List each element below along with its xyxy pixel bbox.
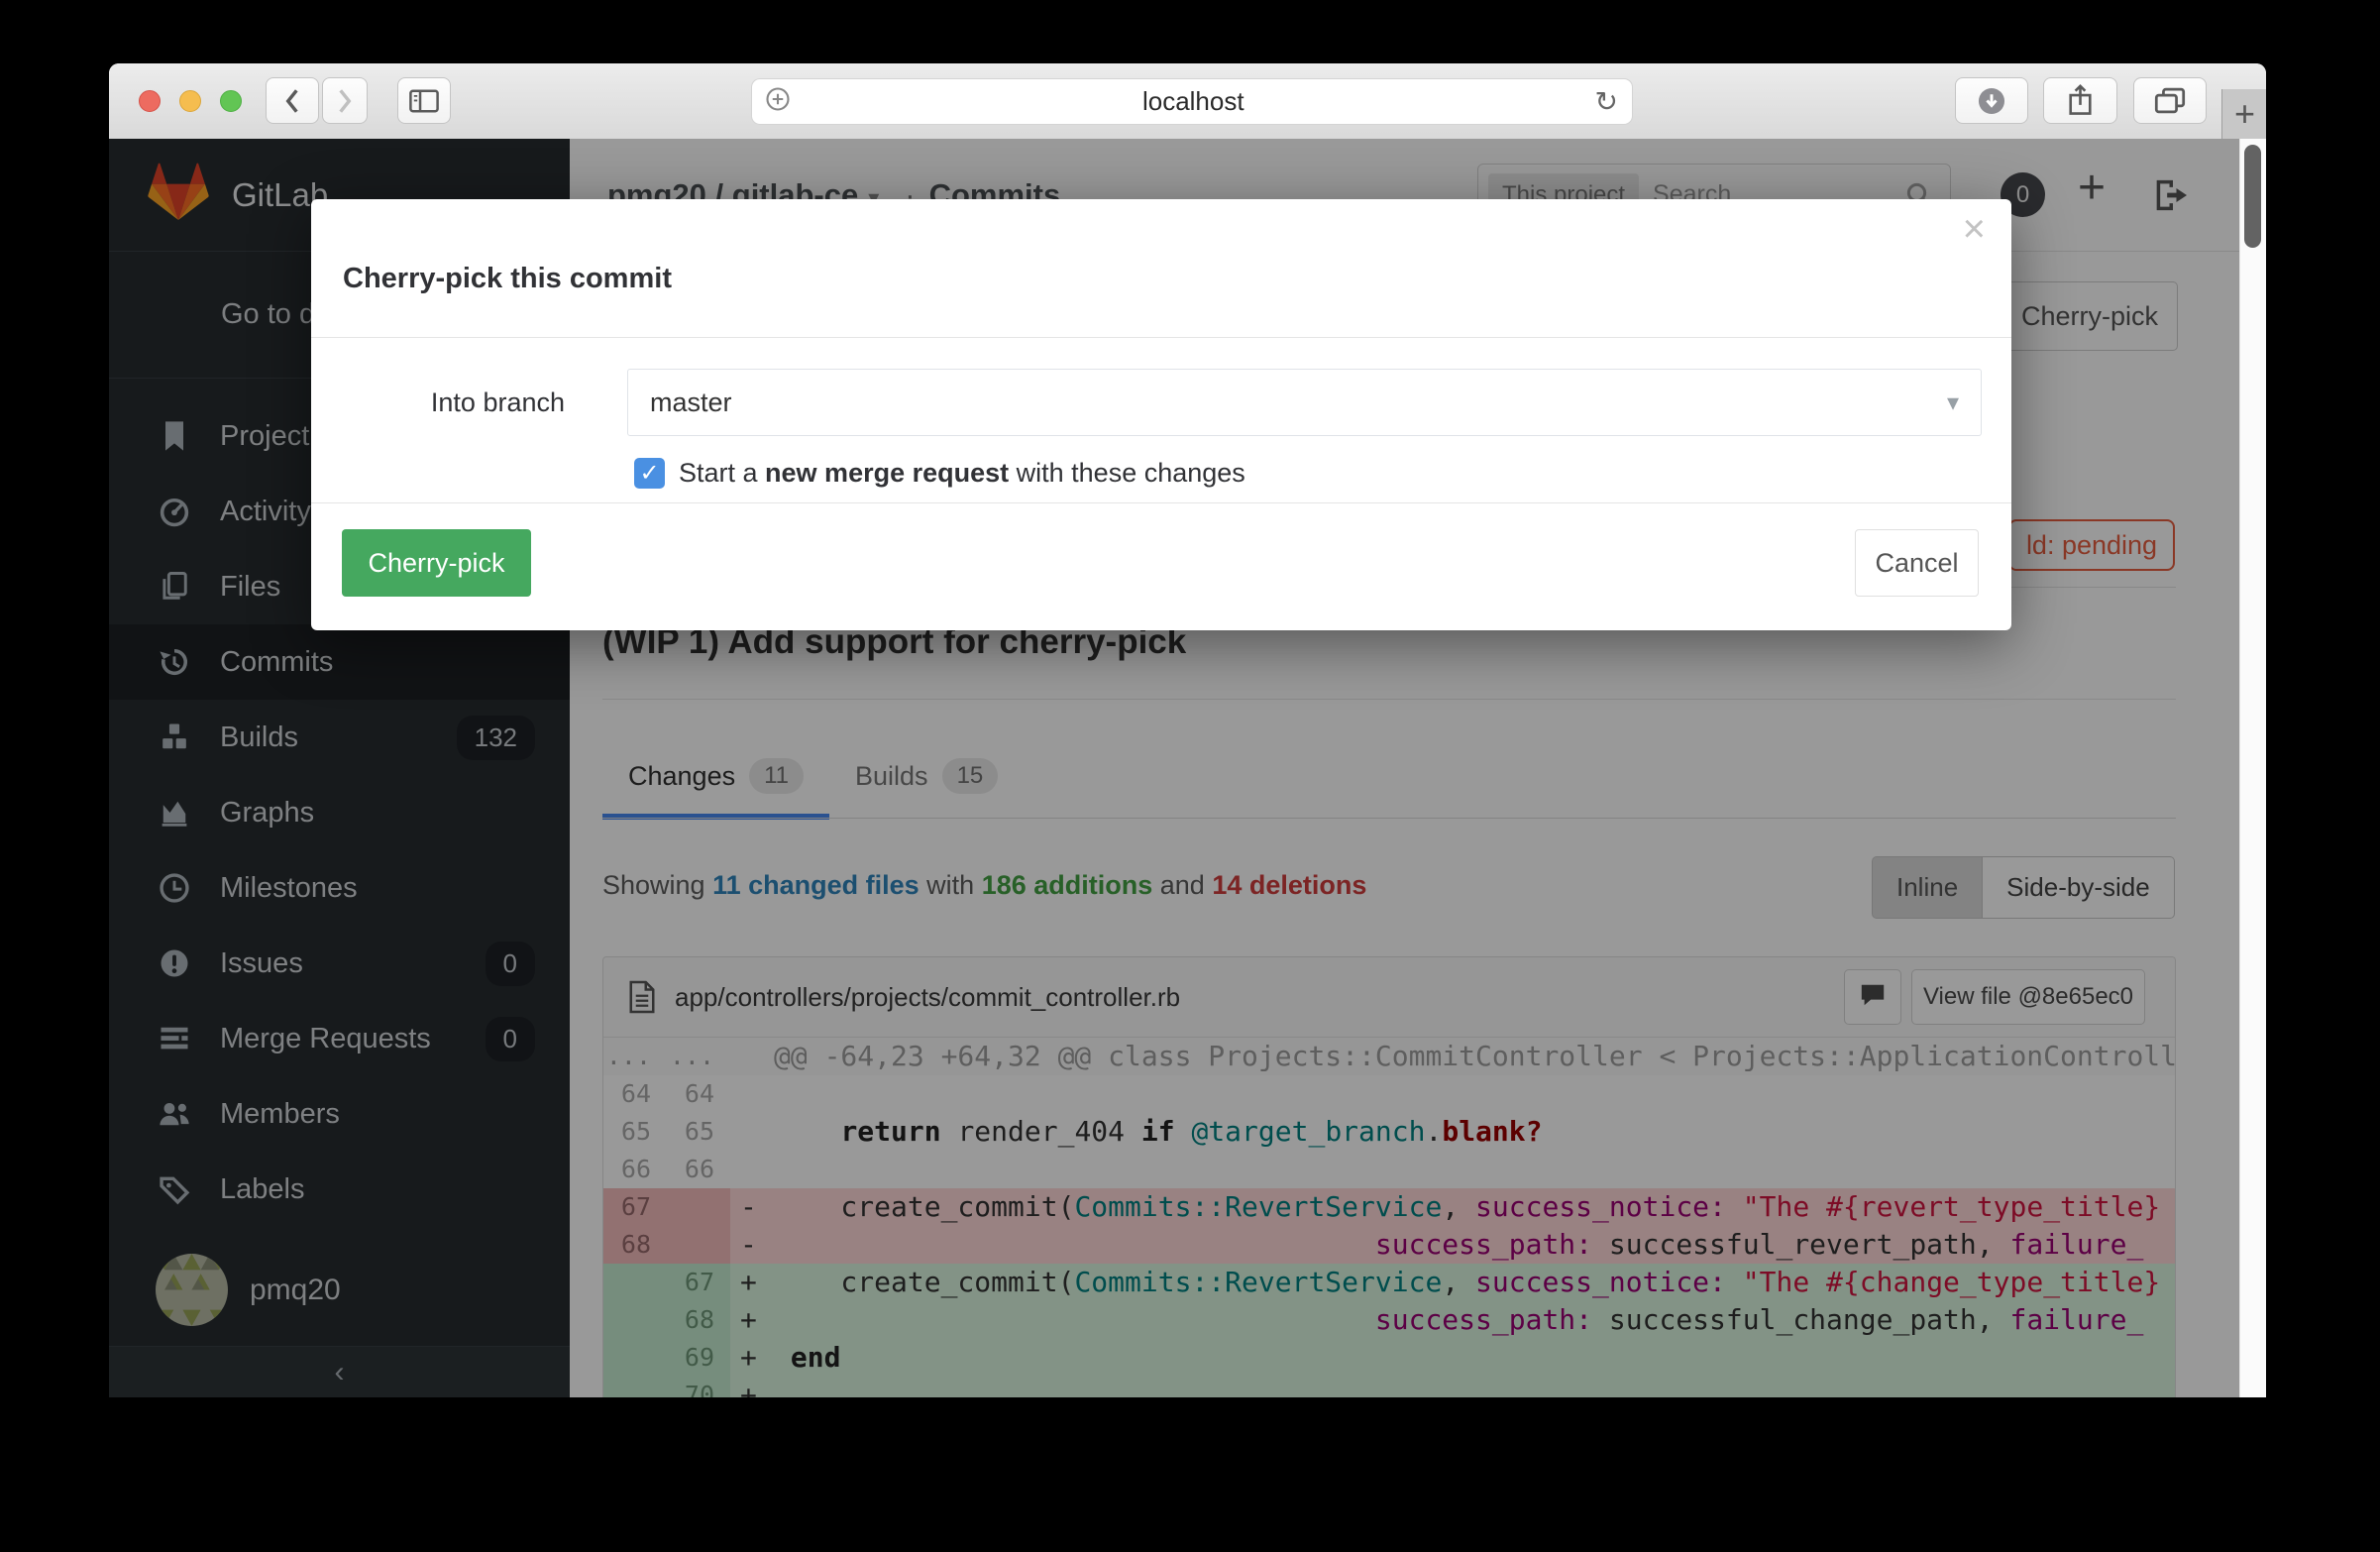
close-window-button[interactable] bbox=[139, 90, 161, 112]
checkbox-label[interactable]: Start a new merge request with these cha… bbox=[679, 458, 1245, 489]
branch-value: master bbox=[650, 388, 1947, 418]
share-icon bbox=[2065, 82, 2096, 119]
download-icon bbox=[1975, 84, 2008, 118]
cancel-button[interactable]: Cancel bbox=[1855, 529, 1979, 597]
tabs-icon bbox=[2152, 85, 2188, 116]
url-text: localhost bbox=[792, 86, 1595, 117]
sidebar-toggle-button[interactable] bbox=[397, 77, 451, 124]
reload-icon[interactable]: ↻ bbox=[1595, 85, 1618, 118]
chevron-left-icon bbox=[281, 86, 303, 116]
back-button[interactable] bbox=[266, 77, 319, 124]
reader-plus-icon bbox=[764, 85, 792, 118]
new-tab-button[interactable]: + bbox=[2221, 89, 2266, 139]
divider bbox=[311, 337, 2011, 338]
share-button[interactable] bbox=[2043, 77, 2117, 124]
cherry-pick-confirm-button[interactable]: Cherry-pick bbox=[342, 529, 531, 597]
into-branch-label: Into branch bbox=[311, 369, 565, 436]
browser-toolbar: localhost ↻ + bbox=[109, 63, 2266, 140]
forward-button[interactable] bbox=[322, 77, 368, 124]
checkbox[interactable]: ✓ bbox=[634, 458, 665, 489]
address-bar[interactable]: localhost ↻ bbox=[751, 78, 1633, 125]
check-icon: ✓ bbox=[639, 459, 659, 488]
close-icon[interactable]: × bbox=[1963, 207, 1986, 252]
modal-title: Cherry-pick this commit bbox=[343, 263, 672, 295]
browser-window: localhost ↻ + GitLab bbox=[109, 63, 2266, 1397]
show-tabs-button[interactable] bbox=[2133, 77, 2207, 124]
downloads-button[interactable] bbox=[1955, 77, 2028, 124]
chevron-right-icon bbox=[334, 86, 356, 116]
cherry-pick-modal: × Cherry-pick this commit Into branch ma… bbox=[311, 199, 2011, 630]
chevron-down-icon: ▾ bbox=[1947, 388, 1959, 417]
merge-request-checkbox-row: ✓ Start a new merge request with these c… bbox=[634, 458, 1245, 489]
zoom-window-button[interactable] bbox=[220, 90, 242, 112]
gitlab-app: GitLab Go to d ProjectActivityFilesCommi… bbox=[109, 139, 2266, 1397]
branch-select[interactable]: master ▾ bbox=[627, 369, 1982, 436]
screenshot-stage: localhost ↻ + GitLab bbox=[0, 0, 2380, 1552]
minimize-window-button[interactable] bbox=[179, 90, 201, 112]
scrollbar-thumb[interactable] bbox=[2244, 145, 2261, 248]
scrollbar[interactable] bbox=[2239, 139, 2266, 1397]
sidebar-icon bbox=[407, 87, 441, 115]
modal-footer: Cherry-pick Cancel bbox=[311, 502, 2011, 631]
